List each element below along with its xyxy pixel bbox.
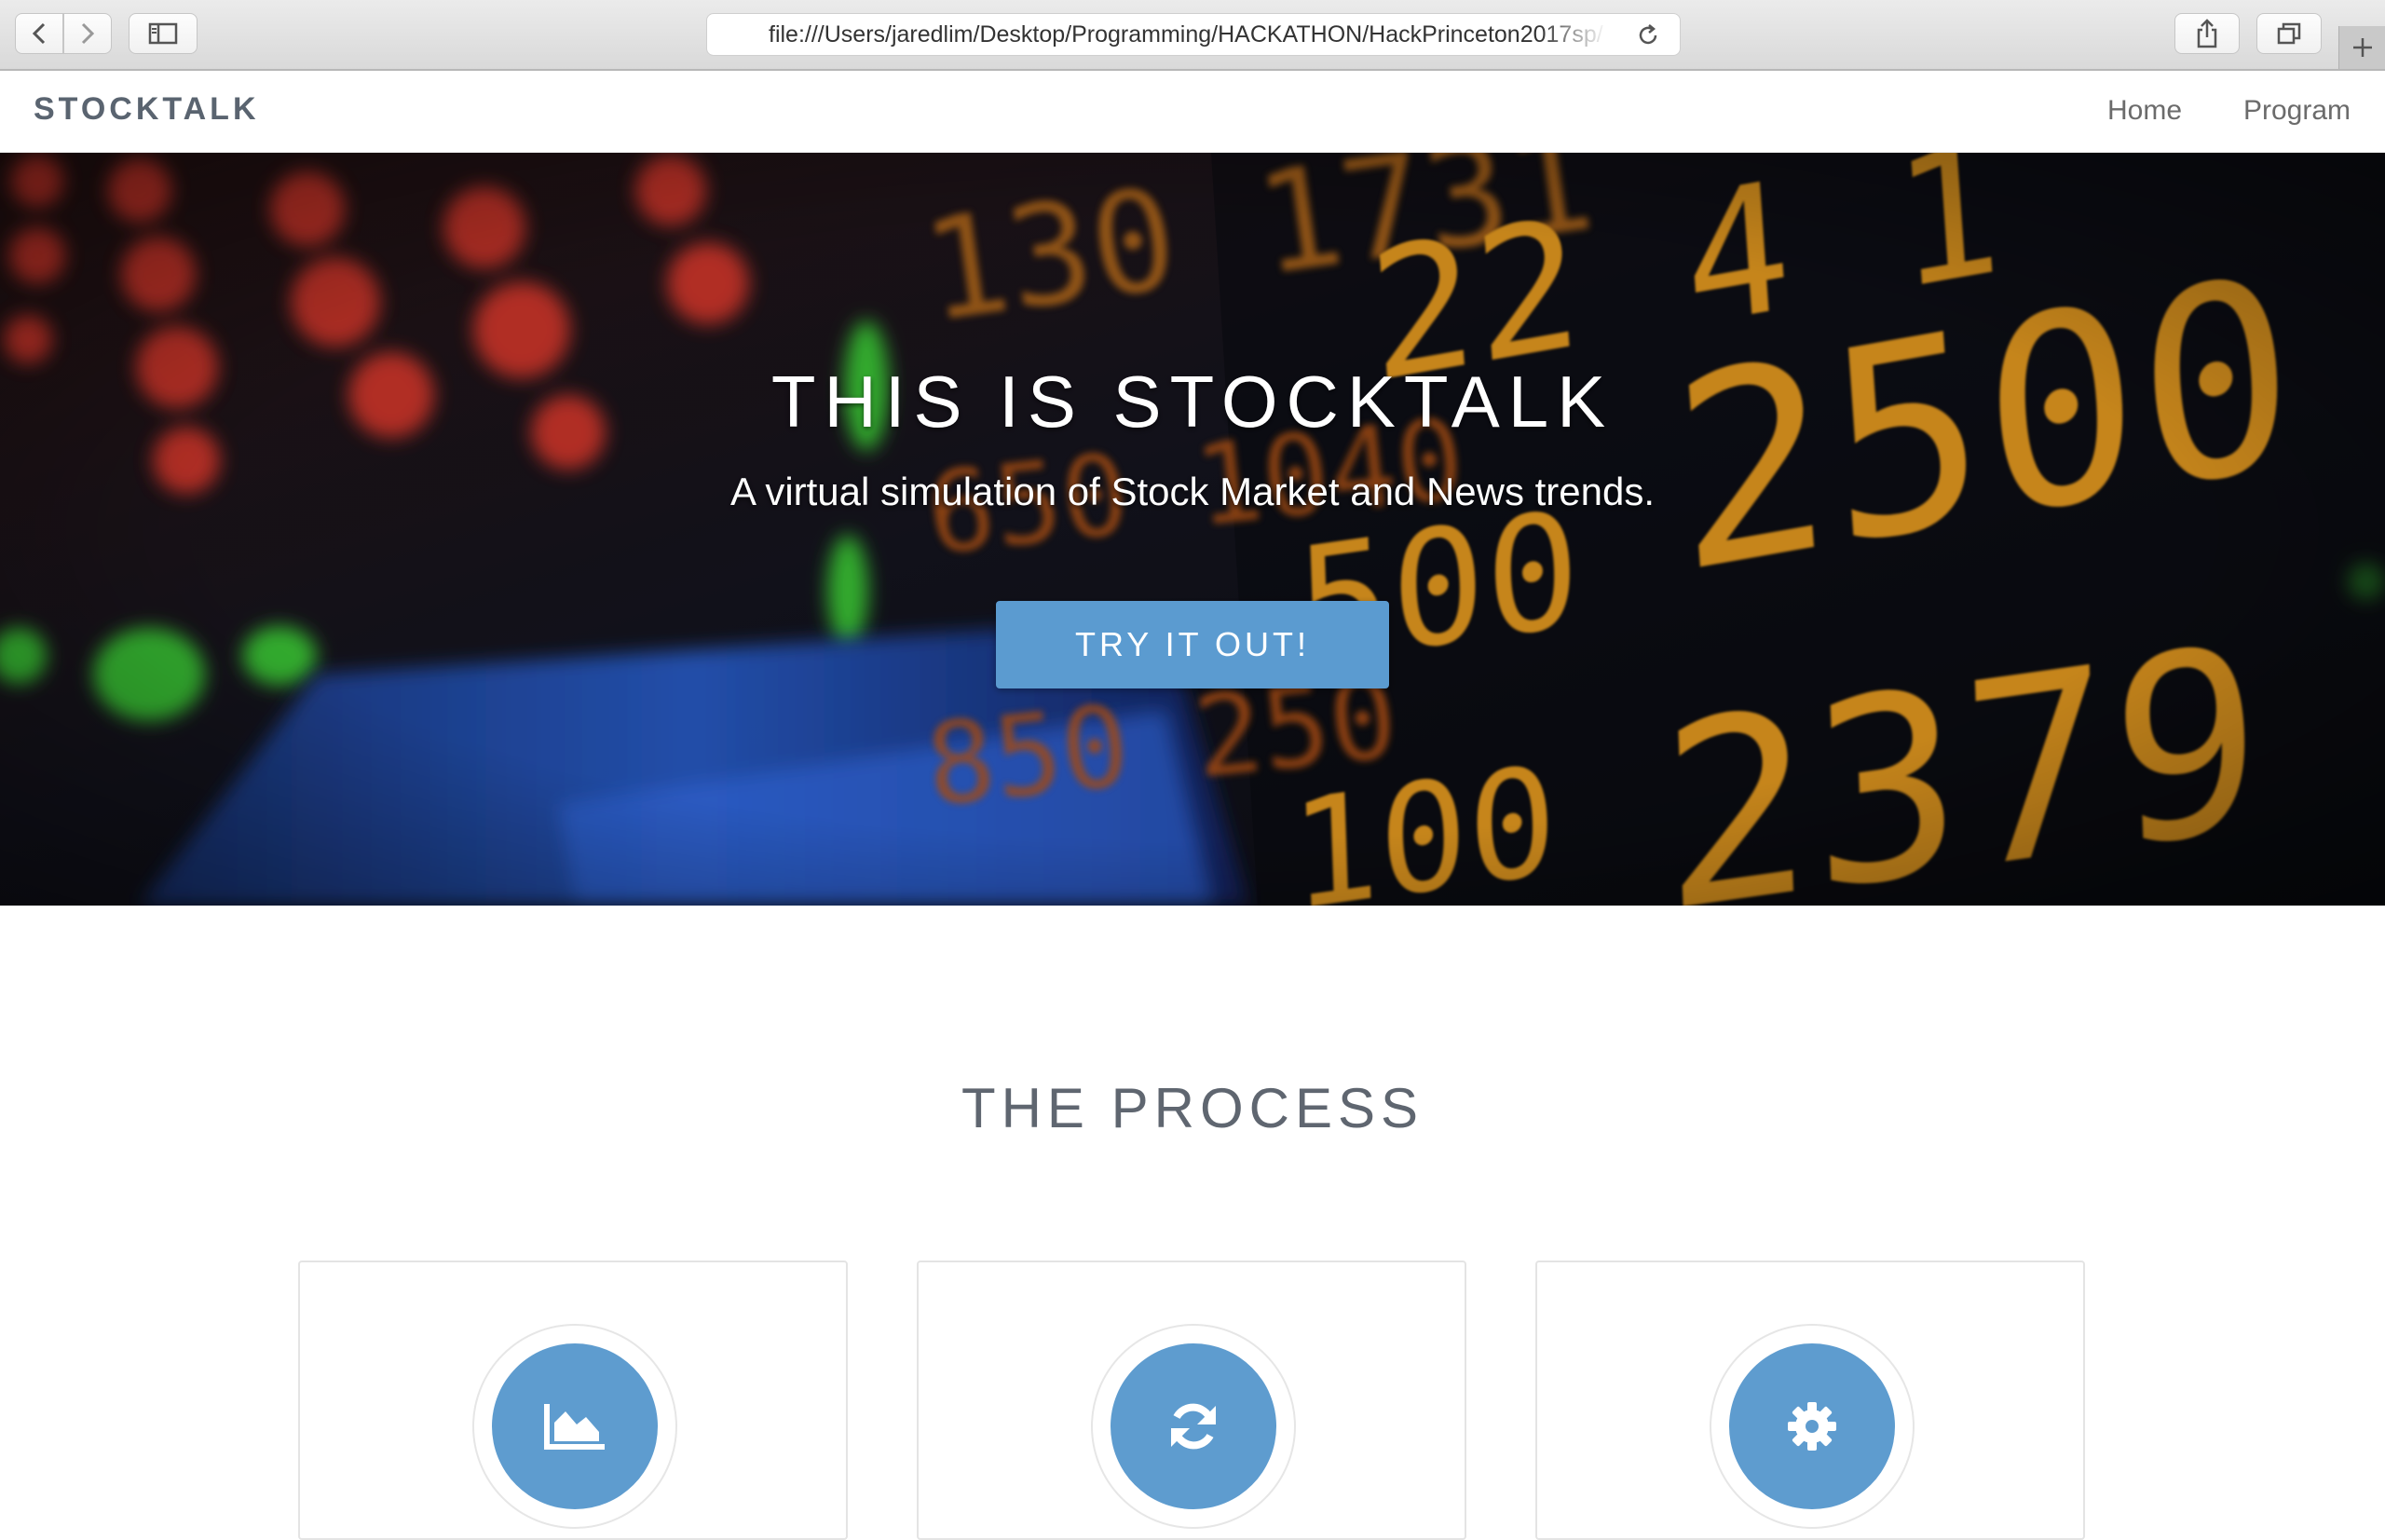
- area-chart-icon: [544, 1404, 605, 1450]
- new-tab-button[interactable]: [2338, 26, 2385, 69]
- refresh-icon: [1171, 1403, 1216, 1450]
- stock-ticker-background-image: 130 1731 650 1040 850 250 22 4 1 500 100…: [0, 153, 2385, 906]
- gear-icon: [1788, 1402, 1836, 1451]
- chevron-right-icon: [81, 22, 95, 45]
- show-tabs-button[interactable]: [2256, 13, 2322, 54]
- tabs-icon: [2277, 22, 2301, 45]
- site-navbar: STOCKTALK Home Program: [0, 71, 2385, 153]
- sidebar-toggle-button[interactable]: [129, 13, 198, 54]
- hero-section: 130 1731 650 1040 850 250 22 4 1 500 100…: [0, 153, 2385, 906]
- process-card: [298, 1261, 848, 1540]
- reload-icon[interactable]: [1635, 22, 1661, 48]
- nav-home-link[interactable]: Home: [2107, 95, 2182, 127]
- share-button[interactable]: [2174, 13, 2240, 54]
- plus-icon: [2352, 38, 2372, 57]
- back-button[interactable]: [15, 13, 63, 54]
- forward-button[interactable]: [63, 13, 112, 54]
- nav-program-link[interactable]: Program: [2243, 95, 2351, 127]
- share-icon: [2197, 19, 2217, 48]
- address-bar[interactable]: file:///Users/jaredlim/Desktop/Programmi…: [706, 13, 1681, 56]
- icon-ring: [1710, 1324, 1915, 1529]
- icon-ring: [1091, 1324, 1296, 1529]
- hero-title: THIS IS STOCKTALK: [770, 361, 1615, 443]
- chevron-left-icon: [32, 22, 46, 45]
- browser-toolbar: file:///Users/jaredlim/Desktop/Programmi…: [0, 0, 2385, 71]
- icon-circle: [492, 1343, 658, 1509]
- icon-circle: [1111, 1343, 1276, 1509]
- process-section-title: THE PROCESS: [961, 1077, 1424, 1139]
- hero-subtitle: A virtual simulation of Stock Market and…: [729, 470, 1656, 513]
- icon-ring: [472, 1324, 677, 1529]
- icon-circle: [1729, 1343, 1895, 1509]
- process-card: [917, 1261, 1466, 1540]
- brand-logo[interactable]: STOCKTALK: [34, 91, 260, 128]
- url-text: file:///Users/jaredlim/Desktop/Programmi…: [769, 20, 1603, 48]
- process-card: [1535, 1261, 2085, 1540]
- sidebar-icon: [148, 22, 178, 45]
- try-it-out-button[interactable]: TRY IT OUT!: [996, 601, 1389, 688]
